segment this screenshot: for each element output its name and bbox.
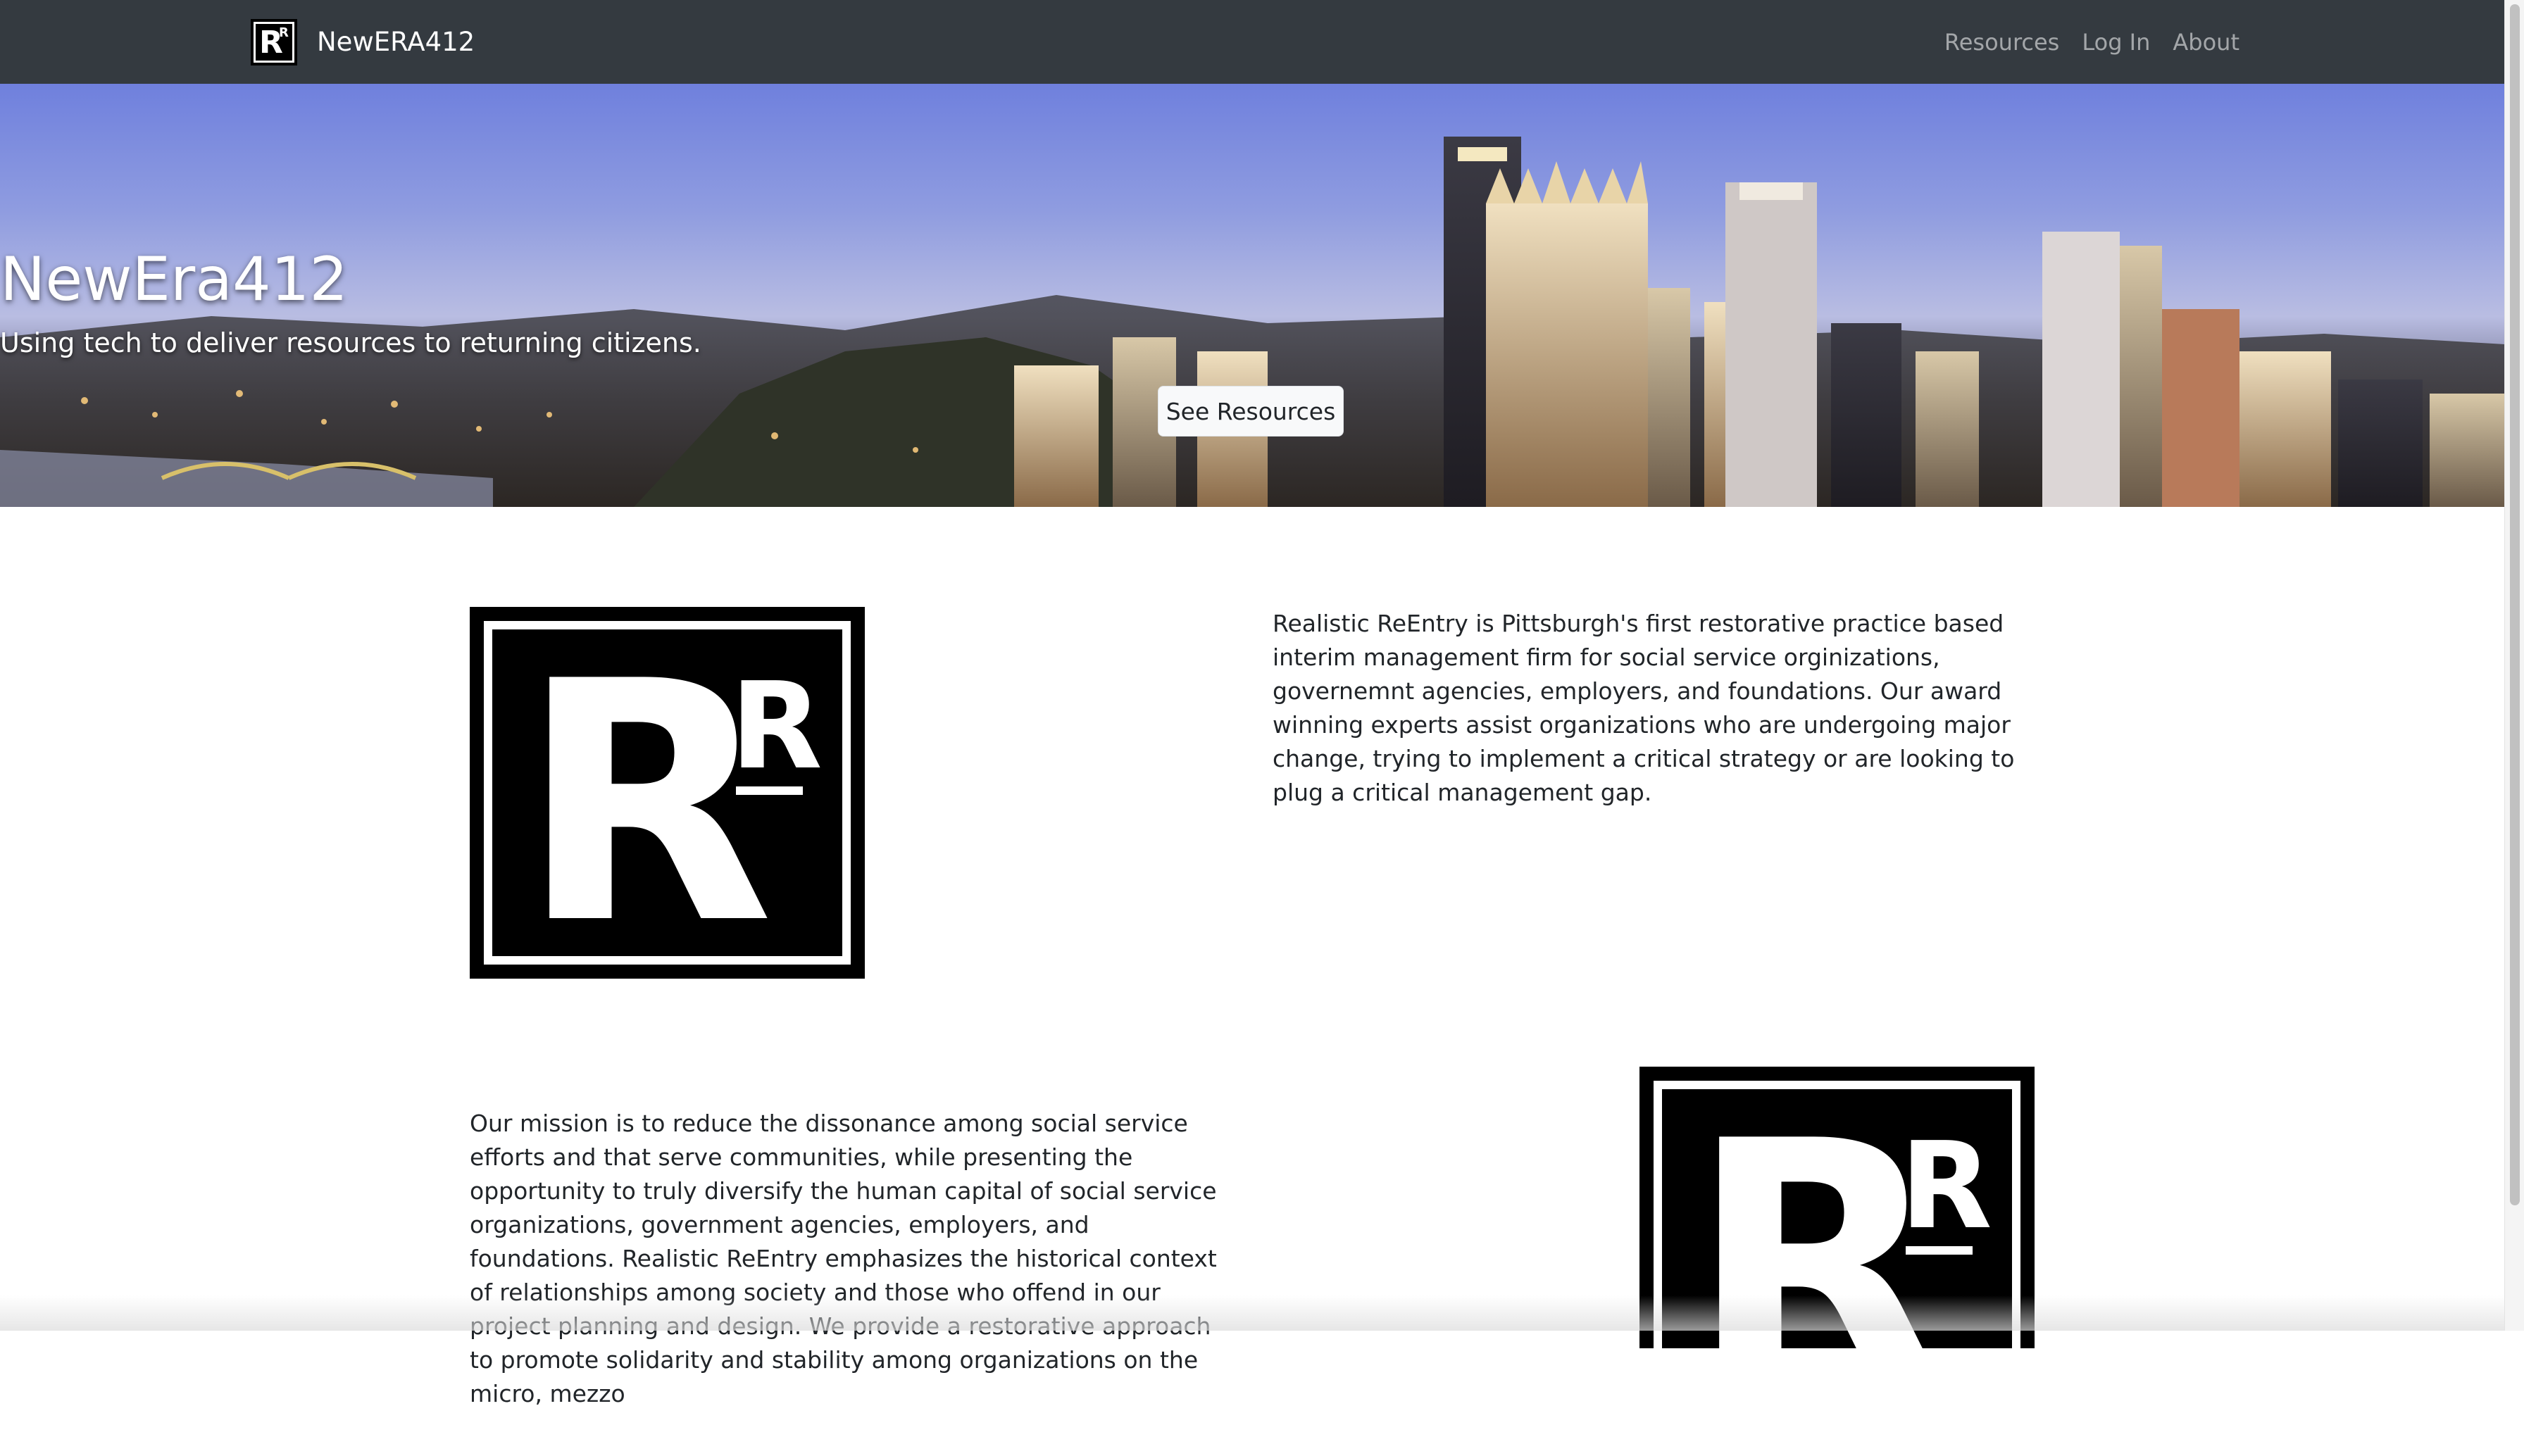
logo-letter-small: R	[279, 25, 289, 40]
about-paragraph: Realistic ReEntry is Pittsburgh's first …	[1273, 610, 2015, 806]
scrollbar[interactable]	[2504, 0, 2524, 1331]
logo-letter-small: R	[1900, 1117, 1992, 1256]
mission-paragraph: Our mission is to reduce the dissonance …	[470, 1110, 1217, 1407]
nav-link-login[interactable]: Log In	[2082, 27, 2150, 58]
nav-link-resources[interactable]: Resources	[1944, 27, 2059, 58]
bottom-fade	[0, 1295, 2505, 1331]
brand-name[interactable]: NewERA412	[317, 27, 475, 58]
hero-banner: NewEra412 Using tech to deliver resource…	[0, 84, 2505, 507]
brand-link[interactable]: R R NewERA412	[251, 19, 475, 65]
logo-letter-small: R	[730, 657, 823, 796]
nav-links: Resources Log In About	[1944, 27, 2239, 58]
scrollbar-thumb[interactable]	[2510, 4, 2520, 1205]
logo-underline	[736, 786, 803, 795]
brand-logo-icon: R R	[251, 19, 297, 65]
logo-underline	[1906, 1246, 1973, 1255]
see-resources-button[interactable]: See Resources	[1158, 386, 1344, 437]
nav-link-about[interactable]: About	[2173, 27, 2239, 58]
hero-subtitle: Using tech to deliver resources to retur…	[0, 327, 701, 358]
navbar: R R NewERA412 Resources Log In About	[0, 0, 2505, 84]
realistic-reentry-logo-icon: R R	[470, 607, 865, 979]
hero-title: NewEra412	[0, 244, 349, 315]
